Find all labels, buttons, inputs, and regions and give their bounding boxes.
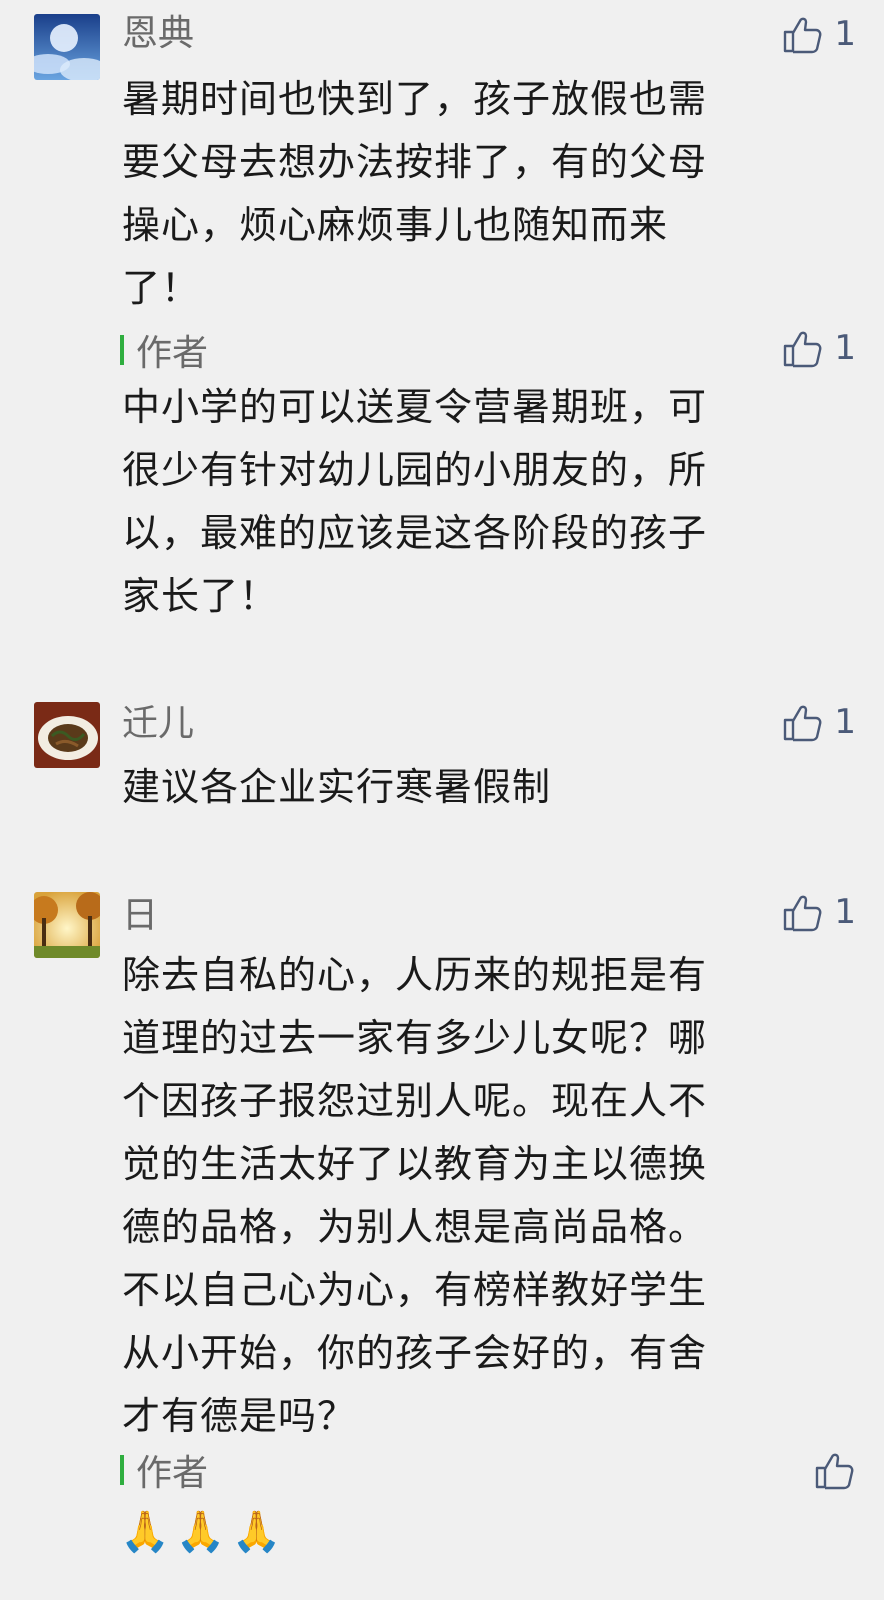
comment-author-name: 日 <box>122 895 159 936</box>
like-count: 1 <box>834 892 856 932</box>
food-plate-avatar-icon <box>34 702 100 768</box>
thumbs-up-icon <box>784 17 822 54</box>
thumbs-up-icon <box>815 1453 854 1490</box>
reply-text: 中小学的可以送夏令营暑期班，可 很少有针对幼儿园的小朋友的，所 以，最难的应该是… <box>122 385 708 618</box>
author-label-text: 作者 <box>136 1453 209 1494</box>
reply-like-button[interactable]: 1 <box>780 326 856 370</box>
comment-text: 除去自私的心，人历来的规拒是有 道理的过去一家有多少儿女呢？哪 个因孩子报怨过别… <box>122 953 708 1438</box>
like-count: 1 <box>834 702 856 742</box>
thumbs-up-icon <box>784 895 822 932</box>
reply-emojis: 🙏🙏🙏 <box>120 1509 288 1555</box>
comment-text: 建议各企业实行寒暑假制 <box>122 765 552 809</box>
comment-author-name: 迁儿 <box>122 703 195 744</box>
like-button[interactable]: 1 <box>780 700 856 744</box>
author-reply-label: 作者 <box>120 330 208 374</box>
author-label-text: 作者 <box>136 333 209 374</box>
like-button[interactable]: 1 <box>780 890 856 934</box>
autumn-trees-avatar-icon <box>34 892 100 958</box>
avatar[interactable] <box>34 702 100 768</box>
reply-like-button[interactable] <box>812 1448 856 1492</box>
like-count: 1 <box>834 14 856 54</box>
avatar[interactable] <box>34 14 100 80</box>
thumbs-up-icon <box>784 331 822 368</box>
author-bar <box>120 1455 124 1485</box>
author-bar <box>120 335 124 365</box>
comment-author-name: 恩典 <box>122 13 195 54</box>
thumbs-up-icon <box>784 705 822 742</box>
like-count: 1 <box>834 328 856 368</box>
comment-text: 暑期时间也快到了，孩子放假也需 要父母去想办法按排了，有的父母 操心，烦心麻烦事… <box>122 77 708 310</box>
author-reply-label: 作者 <box>120 1450 208 1494</box>
moon-sky-avatar-icon <box>34 14 100 80</box>
avatar[interactable] <box>34 892 100 958</box>
like-button[interactable]: 1 <box>780 12 856 56</box>
